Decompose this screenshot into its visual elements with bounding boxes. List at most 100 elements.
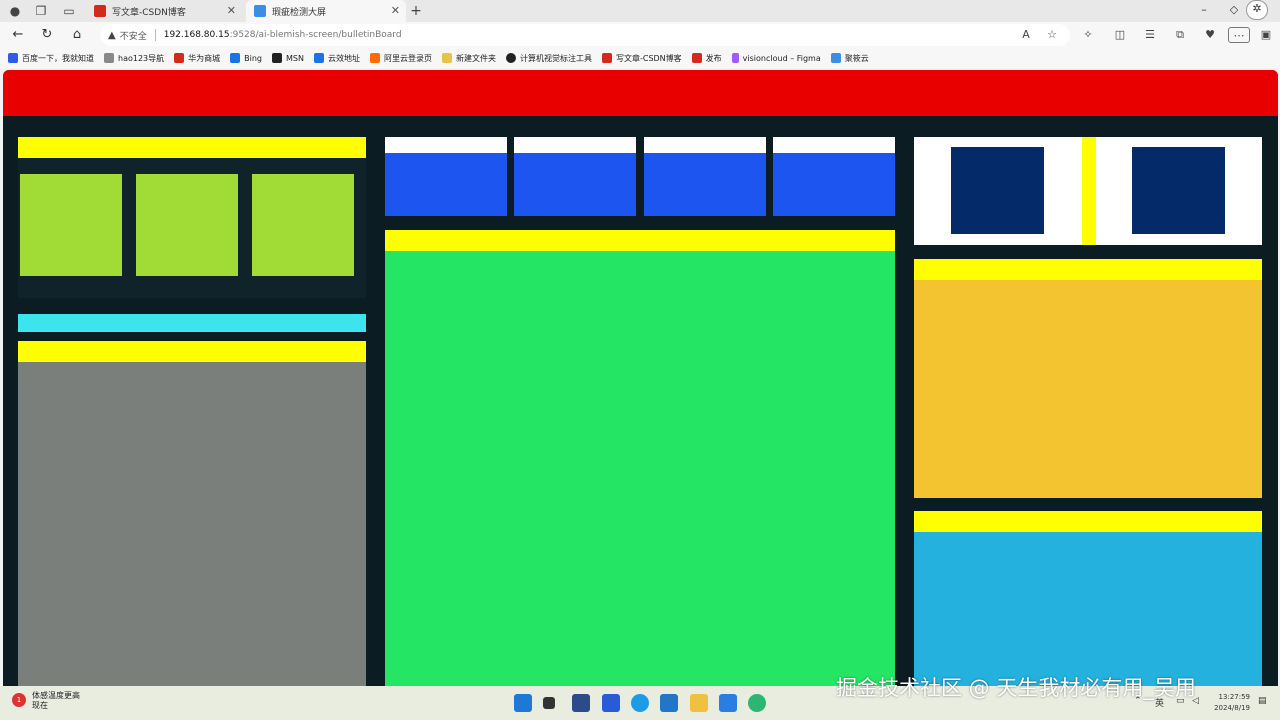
bookmark-item[interactable]: 聚筱云 [830,53,869,64]
bookmark-label: Bing [244,53,262,63]
dashboard-viewport [3,70,1278,686]
bookmark-label: MSN [286,53,304,63]
bookmark-item[interactable]: Bing [230,53,262,63]
home-icon[interactable]: ⌂ [68,26,86,44]
store-icon[interactable] [572,694,590,712]
page-favicon-icon [254,5,266,17]
start-icon[interactable] [514,694,532,712]
split-screen-icon[interactable]: ◫ [1112,27,1128,43]
bing-icon [230,53,241,63]
bookmark-item[interactable]: 阿里云登录页 [369,53,432,64]
aliyun-icon [369,53,380,63]
bookmark-item[interactable]: hao123导航 [104,53,164,64]
bookmark-label: 华为商城 [188,53,221,63]
yunxiao-icon [313,53,324,63]
stat-tile [252,174,354,276]
watermark: 掘金技术社区 @ 天生我材必有用_吴用 [836,676,1196,700]
bookmark-label: 阿里云登录页 [383,53,432,63]
app-icon[interactable] [719,694,737,712]
favorite-star-icon[interactable]: ☆ [1044,27,1060,43]
address-bar[interactable]: ▲ 不安全 192.168.80.15:9528/ai-blemish-scre… [100,24,1070,46]
tab-csdn[interactable]: 写文章-CSDN博客 ✕ [86,0,242,22]
close-tab-icon[interactable]: ✕ [391,4,400,17]
collections-icon[interactable]: ⧉ [1172,27,1188,43]
cyan-strip [18,314,366,332]
figma-icon [731,53,739,63]
bookmark-label: 新建文件夹 [455,53,496,63]
tab-blemish-screen[interactable]: 瑕疵检测大屏 ✕ [246,0,406,22]
tab-label: 写文章-CSDN博客 [112,7,186,18]
stat-tile [20,174,122,276]
kpi-label [773,137,895,153]
vscode-icon[interactable] [660,694,678,712]
divider [154,29,156,41]
clock[interactable]: 13:27:59 2024/8/19 [1210,692,1250,714]
edge-icon[interactable] [631,694,649,712]
task-view-icon[interactable] [543,697,555,709]
kpi-value [644,153,766,216]
app-icon[interactable] [602,694,620,712]
weather-title: 体感温度更高 [32,691,80,700]
bookmark-item[interactable]: 华为商城 [174,53,220,64]
minimize-icon[interactable]: – [1196,2,1212,18]
url-host: 192.168.80.15 [163,30,230,40]
weather-widget[interactable]: 1 体感温度更高 现在 [12,691,80,711]
browser-essentials-icon[interactable]: ♥ [1202,27,1218,43]
bookmark-item[interactable]: visioncloud – Figma [731,53,821,63]
annotation-tool-icon [505,53,516,63]
huawei-icon [174,53,185,63]
wechat-icon[interactable] [748,694,766,712]
new-tab-button[interactable]: + [409,4,423,18]
workspaces-icon[interactable]: ❐ [34,4,48,18]
kpi-label [644,137,766,153]
bookmark-label: 计算机视觉标注工具 [519,53,592,63]
bookmark-item[interactable]: 百度一下，我就知道 [8,53,94,64]
stat-tile [136,174,238,276]
weather-sub: 现在 [32,701,48,710]
restore-icon[interactable]: ◇ [1226,2,1242,18]
right-middle-title-strip [914,259,1262,280]
close-tab-icon[interactable]: ✕ [227,4,236,17]
bookmark-label: 百度一下，我就知道 [22,53,94,63]
kpi-value [514,153,636,216]
app-avatar-icon[interactable]: ✲ [1246,0,1268,20]
tab-strip: ● ❐ ▭ 写文章-CSDN博客 ✕ 瑕疵检测大屏 ✕ + – ◇ ✲ [0,0,1280,22]
warning-icon[interactable]: ▲ [108,30,116,41]
tab-actions-icon[interactable]: ▭ [62,4,76,18]
more-options-icon[interactable]: ⋯ [1228,27,1250,43]
cloud-icon [830,53,841,63]
refresh-icon[interactable]: ↻ [38,26,56,44]
notification-icon[interactable]: ▤ [1258,696,1267,706]
bookmark-label: 写文章-CSDN博客 [615,53,682,63]
right-bottom-title-strip [914,511,1262,532]
bookmark-item[interactable]: 发布 [691,53,722,64]
bookmark-item[interactable]: 写文章-CSDN博客 [601,53,682,64]
right-bottom-panel [914,532,1262,686]
bookmark-item[interactable]: MSN [272,53,304,63]
security-label[interactable]: 不安全 [120,29,147,42]
kpi-label [514,137,636,153]
bookmark-label: hao123导航 [118,53,165,63]
csdn-icon [601,53,612,63]
extensions-icon[interactable]: ✧ [1080,27,1096,43]
bookmark-label: 聚筱云 [844,53,869,63]
right-divider [1082,137,1096,245]
csdn-favicon-icon [94,5,106,17]
file-explorer-icon[interactable] [690,694,708,712]
back-icon[interactable]: ← [9,26,27,44]
left-top-title-strip [18,137,366,158]
folder-icon [441,53,452,63]
tab-label: 瑕疵检测大屏 [272,7,327,18]
profile-icon[interactable]: ● [8,4,22,18]
right-middle-panel [914,280,1262,498]
msn-icon [272,53,282,63]
sidebar-icon[interactable]: ▣ [1258,27,1274,43]
bookmark-label: 发布 [705,53,722,63]
bookmark-item[interactable]: 计算机视觉标注工具 [505,53,592,64]
bookmark-item[interactable]: 新建文件夹 [441,53,496,64]
baidu-icon [8,53,18,63]
read-aloud-icon[interactable]: A [1018,27,1034,43]
bookmark-item[interactable]: 云效地址 [313,53,360,64]
favorites-icon[interactable]: ☰ [1142,27,1158,43]
right-square [951,147,1044,234]
